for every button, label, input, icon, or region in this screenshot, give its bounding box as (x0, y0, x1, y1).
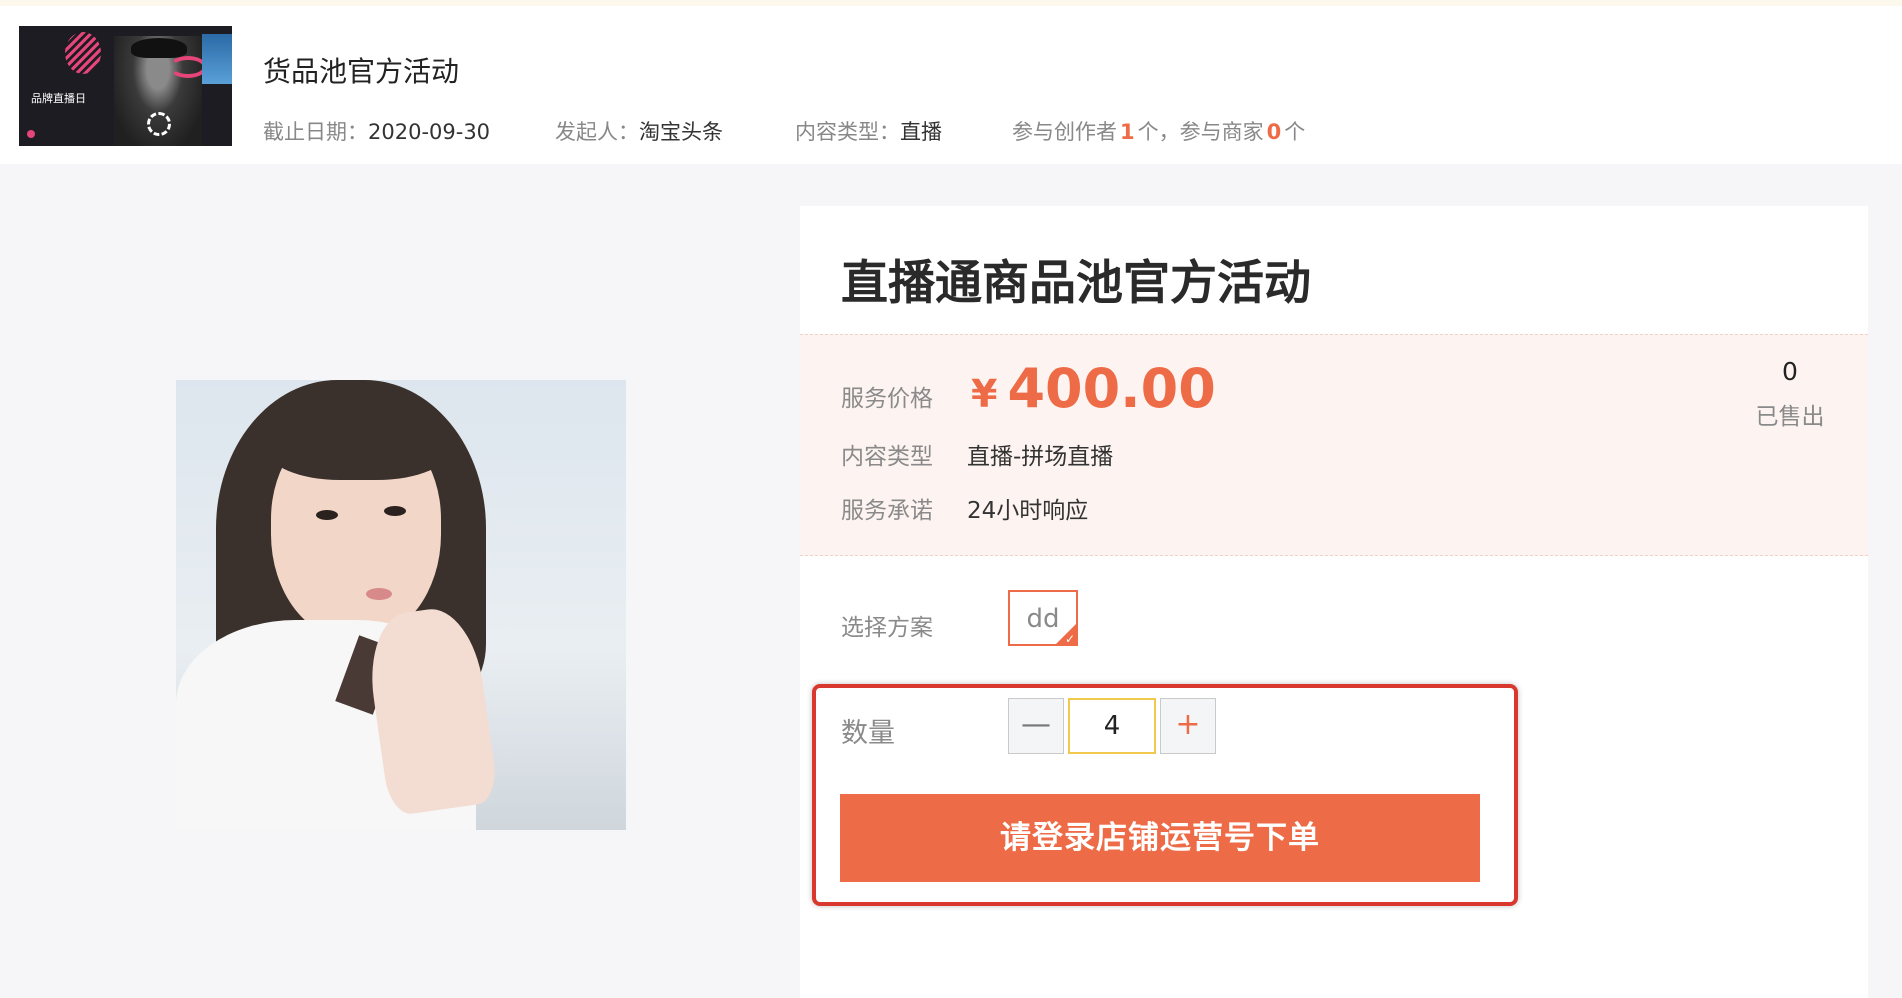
banner-dot-decoration (27, 130, 35, 138)
product-image-panel (0, 206, 800, 998)
price-info-box: 服务价格 ¥400.00 0 已售出 内容类型 直播-拼场直播 服务承诺 24小… (800, 334, 1868, 556)
service-price: ¥400.00 (971, 357, 1216, 420)
promise-value: 24小时响应 (967, 498, 1089, 524)
creators-label: 参与创作者 (1012, 120, 1117, 144)
product-detail-card: 直播通商品池官方活动 服务价格 ¥400.00 0 已售出 内容类型 直播-拼场… (800, 206, 1868, 998)
decrease-button[interactable]: — (1008, 698, 1064, 754)
price-amount: 400.00 (1007, 357, 1216, 420)
plan-option-dd[interactable]: dd ✓ (1008, 590, 1078, 646)
merchants-count: 0 (1266, 120, 1282, 144)
initiator-meta: 发起人：淘宝头条 (555, 116, 723, 146)
sold-count: 0 (1782, 357, 1798, 386)
promise-label: 服务承诺 (841, 498, 933, 524)
initiator-value: 淘宝头条 (639, 120, 723, 144)
initiator-label: 发起人： (555, 120, 639, 144)
content-type-row-label: 内容类型 (841, 444, 933, 470)
creators-count: 1 (1120, 120, 1135, 144)
banner-ring-decoration (147, 112, 171, 136)
quantity-label: 数量 (841, 718, 895, 749)
plan-label: 选择方案 (841, 615, 933, 641)
currency-symbol: ¥ (971, 372, 998, 416)
banner-stripes-decoration (65, 32, 101, 74)
content-type-meta: 内容类型：直播 (795, 116, 942, 146)
activity-title[interactable]: 货品池官方活动 (263, 50, 459, 90)
product-title: 直播通商品池官方活动 (841, 256, 1311, 311)
product-image (176, 380, 626, 830)
deadline-label: 截止日期： (263, 120, 368, 144)
banner-blue-decoration (202, 34, 232, 84)
quantity-stepper: — + (1008, 698, 1216, 754)
increase-button[interactable]: + (1160, 698, 1216, 754)
sold-label: 已售出 (1755, 404, 1825, 430)
content-type-row-value: 直播-拼场直播 (967, 444, 1114, 470)
participants-meta: 参与创作者 1 个，参与商家 0 个 (1012, 116, 1305, 146)
merchants-suffix: 个 (1284, 120, 1306, 144)
check-icon: ✓ (1064, 632, 1075, 646)
content-type-label: 内容类型： (795, 120, 900, 144)
content-type-value: 直播 (900, 120, 942, 144)
activity-banner-thumbnail[interactable]: 品牌直播日 (19, 26, 232, 146)
deadline-meta: 截止日期：2020-09-30 (263, 116, 490, 146)
banner-hat-shape (131, 38, 187, 58)
banner-text: 品牌直播日 (31, 92, 86, 105)
merchants-label: 个，参与商家 (1137, 120, 1264, 144)
price-label: 服务价格 (841, 386, 933, 412)
activity-header: 品牌直播日 货品池官方活动 截止日期：2020-09-30 发起人：淘宝头条 内… (0, 6, 1902, 164)
login-to-order-button[interactable]: 请登录店铺运营号下单 (840, 794, 1480, 882)
quantity-input[interactable] (1068, 698, 1156, 754)
deadline-value: 2020-09-30 (368, 120, 491, 144)
